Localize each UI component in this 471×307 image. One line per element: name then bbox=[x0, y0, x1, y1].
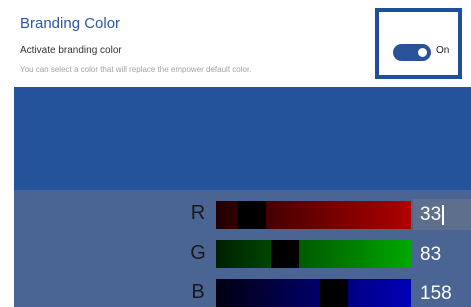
text-caret bbox=[442, 204, 445, 225]
green-slider-thumb[interactable] bbox=[271, 240, 299, 268]
channel-letter-g: G bbox=[190, 242, 206, 264]
blue-value-text: 158 bbox=[420, 283, 452, 304]
red-slider[interactable] bbox=[216, 201, 411, 229]
green-value-input[interactable]: 83 bbox=[413, 239, 471, 270]
red-slider-thumb[interactable] bbox=[238, 201, 266, 229]
channel-letter-b: B bbox=[191, 281, 205, 303]
red-value-text: 33 bbox=[420, 204, 442, 225]
section-title: Branding Color bbox=[20, 15, 121, 32]
channel-letter-r: R bbox=[190, 202, 206, 224]
branding-toggle-switch[interactable] bbox=[393, 44, 431, 61]
green-value-text: 83 bbox=[420, 244, 442, 265]
blue-slider[interactable] bbox=[216, 279, 411, 307]
green-slider[interactable] bbox=[216, 240, 411, 268]
toggle-knob bbox=[418, 48, 427, 57]
color-preview bbox=[14, 87, 471, 190]
branding-setting-description: You can select a color that will replace… bbox=[20, 65, 252, 74]
toggle-state-label: On bbox=[436, 45, 450, 56]
blue-slider-thumb[interactable] bbox=[320, 279, 348, 307]
blue-value-input[interactable]: 158 bbox=[413, 278, 471, 307]
branding-setting-label: Activate branding color bbox=[20, 45, 122, 56]
red-value-input[interactable]: 33 bbox=[413, 199, 471, 230]
